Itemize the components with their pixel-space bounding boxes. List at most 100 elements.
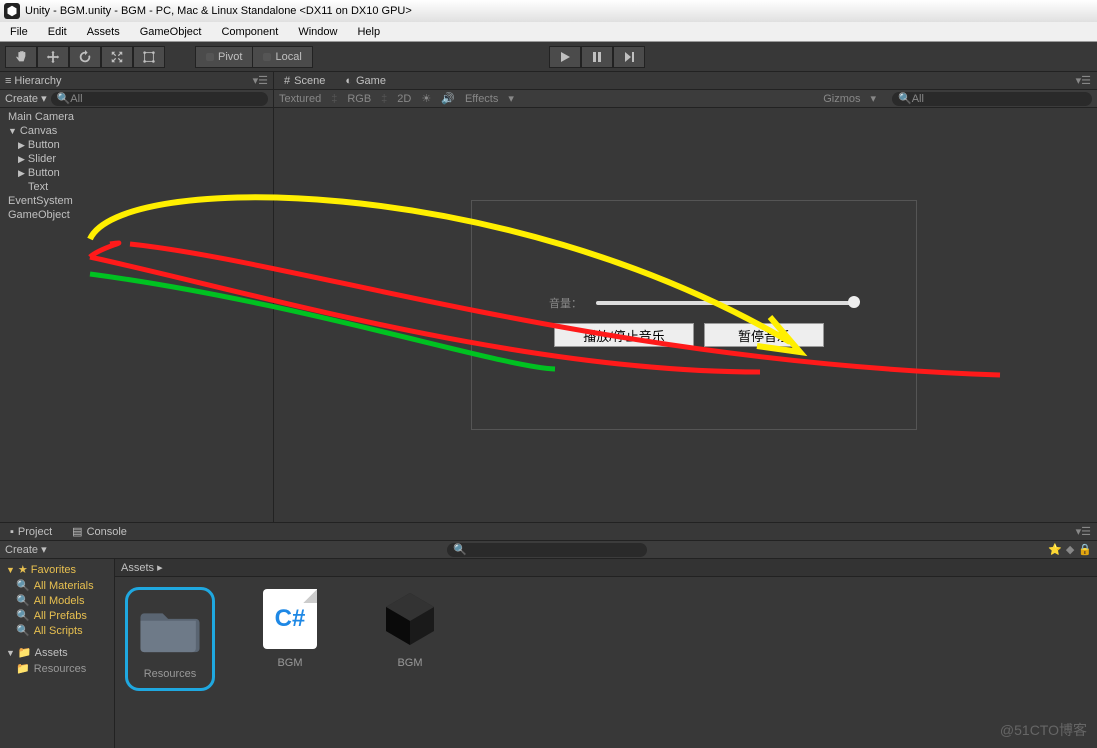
project-search[interactable]: 🔍 <box>447 543 647 557</box>
fav-all-models[interactable]: 🔍All Models <box>0 593 114 608</box>
rect-tool-button[interactable] <box>133 46 165 68</box>
light-icon[interactable]: ☀ <box>421 92 431 105</box>
fav-all-prefabs[interactable]: 🔍All Prefabs <box>0 608 114 623</box>
hierarchy-title: Hierarchy <box>14 75 61 87</box>
scene-viewport[interactable]: 音量： 播放/停止音乐 暂停音乐 <box>274 108 1097 522</box>
hierarchy-tab[interactable]: ≡ Hierarchy ▾☰ <box>0 72 273 90</box>
volume-slider[interactable] <box>596 301 854 305</box>
render-dropdown[interactable]: RGB <box>347 93 371 105</box>
tree-item-eventsystem[interactable]: EventSystem <box>0 194 273 208</box>
unity-scene-icon <box>378 587 442 651</box>
project-panel: ▪Project ▤Console ▾☰ Create ▾ 🔍 ⭐ ◆ 🔒 ▼★… <box>0 522 1097 748</box>
step-button[interactable] <box>613 46 645 68</box>
tree-item-slider[interactable]: ▶Slider <box>0 152 273 166</box>
toolbar: Pivot Local <box>0 42 1097 72</box>
hierarchy-search[interactable]: 🔍All <box>51 92 268 106</box>
tab-project[interactable]: ▪Project <box>0 526 62 538</box>
titlebar: Unity - BGM.unity - BGM - PC, Mac & Linu… <box>0 0 1097 22</box>
menu-window[interactable]: Window <box>288 24 347 40</box>
hand-tool-button[interactable] <box>5 46 37 68</box>
tree-item-button-2[interactable]: ▶Button <box>0 166 273 180</box>
asset-resources-folder[interactable]: Resources <box>125 587 215 691</box>
panel-options-icon[interactable]: ▾☰ <box>1076 525 1097 538</box>
unity-logo-icon <box>4 3 20 19</box>
tree-item-gameobject[interactable]: GameObject <box>0 208 273 222</box>
audio-icon[interactable]: 🔊 <box>441 92 455 105</box>
search-icon: 🔍 <box>898 93 912 105</box>
menu-edit[interactable]: Edit <box>38 24 77 40</box>
slider-handle[interactable] <box>848 296 860 308</box>
asset-bgm-script[interactable]: C# BGM <box>245 587 335 669</box>
fav-all-materials[interactable]: 🔍All Materials <box>0 578 114 593</box>
menu-component[interactable]: Component <box>211 24 288 40</box>
rotate-tool-button[interactable] <box>69 46 101 68</box>
asset-bgm-scene[interactable]: BGM <box>365 587 455 669</box>
create-dropdown[interactable]: Create ▾ <box>5 92 47 105</box>
asset-label: BGM <box>397 657 422 669</box>
asset-label: Resources <box>144 668 197 680</box>
folder-icon: ▪ <box>10 526 14 538</box>
caret-icon[interactable]: ▼ <box>6 648 15 658</box>
menu-help[interactable]: Help <box>347 24 390 40</box>
pivot-icon <box>206 53 214 61</box>
scene-panel: #Scene ◐Game ▾☰ Textured‡ RGB‡ 2D ☀ 🔊 Ef… <box>274 72 1097 522</box>
play-stop-music-button[interactable]: 播放/停止音乐 <box>554 323 694 347</box>
scene-toolbar: Textured‡ RGB‡ 2D ☀ 🔊 Effects▾ Gizmos▾ 🔍… <box>274 90 1097 108</box>
pause-music-button[interactable]: 暂停音乐 <box>704 323 824 347</box>
transform-tools <box>5 46 165 68</box>
move-tool-button[interactable] <box>37 46 69 68</box>
tree-item-button[interactable]: ▶Button <box>0 138 273 152</box>
asset-label: BGM <box>277 657 302 669</box>
project-content: ▼★Favorites 🔍All Materials 🔍All Models 🔍… <box>0 559 1097 748</box>
pause-button[interactable] <box>581 46 613 68</box>
gizmos-dropdown[interactable]: Gizmos <box>823 93 860 105</box>
tree-item-canvas[interactable]: ▼Canvas <box>0 124 273 138</box>
menu-gameobject[interactable]: GameObject <box>130 24 212 40</box>
scene-search[interactable]: 🔍All <box>892 92 1092 106</box>
project-tabs: ▪Project ▤Console ▾☰ <box>0 523 1097 541</box>
folders-column: ▼★Favorites 🔍All Materials 🔍All Models 🔍… <box>0 559 115 748</box>
scale-tool-button[interactable] <box>101 46 133 68</box>
assets-root[interactable]: ▼📁Assets <box>0 644 114 661</box>
caret-icon[interactable]: ▶ <box>18 154 25 165</box>
main-area: ≡ Hierarchy ▾☰ Create ▾ 🔍All Main Camera… <box>0 72 1097 522</box>
hierarchy-icon: ≡ <box>5 75 11 87</box>
tab-game[interactable]: ◐Game <box>335 75 396 87</box>
effects-dropdown[interactable]: Effects <box>465 93 498 105</box>
hierarchy-tree: Main Camera ▼Canvas ▶Button ▶Slider ▶But… <box>0 108 273 224</box>
tree-item-main-camera[interactable]: Main Camera <box>0 110 273 124</box>
search-icon: 🔍 <box>16 594 30 607</box>
create-dropdown[interactable]: Create ▾ <box>5 543 47 556</box>
filter-icon-3[interactable]: 🔒 <box>1078 543 1092 556</box>
filter-icon-1[interactable]: ⭐ <box>1048 543 1062 556</box>
search-icon: 🔍 <box>16 579 30 592</box>
volume-label: 音量： <box>549 295 582 311</box>
favorites-header[interactable]: ▼★Favorites <box>0 561 114 578</box>
caret-icon[interactable]: ▶ <box>18 168 25 179</box>
mode-2d-toggle[interactable]: 2D <box>397 93 411 105</box>
filter-icon-2[interactable]: ◆ <box>1066 543 1074 556</box>
fav-all-scripts[interactable]: 🔍All Scripts <box>0 623 114 638</box>
assets-resources[interactable]: 📁Resources <box>0 661 114 676</box>
local-button[interactable]: Local <box>253 46 312 68</box>
panel-options-icon[interactable]: ▾☰ <box>1076 74 1097 87</box>
play-button[interactable] <box>549 46 581 68</box>
breadcrumb[interactable]: Assets ▸ <box>115 559 1097 577</box>
caret-icon[interactable]: ▼ <box>6 565 15 575</box>
panel-options-icon[interactable]: ▾☰ <box>253 74 268 87</box>
tab-console[interactable]: ▤Console <box>62 525 137 538</box>
folder-icon: 📁 <box>18 646 32 659</box>
menu-file[interactable]: File <box>0 24 38 40</box>
tab-scene[interactable]: #Scene <box>274 75 335 87</box>
play-controls <box>549 46 645 68</box>
scene-icon: # <box>284 75 290 87</box>
pivot-button[interactable]: Pivot <box>195 46 253 68</box>
menu-assets[interactable]: Assets <box>77 24 130 40</box>
shading-dropdown[interactable]: Textured <box>279 93 321 105</box>
assets-grid: Resources C# BGM BGM <box>115 577 1097 748</box>
caret-icon[interactable]: ▶ <box>18 140 25 151</box>
tree-item-text[interactable]: Text <box>0 180 273 194</box>
menubar: File Edit Assets GameObject Component Wi… <box>0 22 1097 42</box>
caret-icon[interactable]: ▼ <box>8 126 17 136</box>
local-icon <box>263 53 271 61</box>
